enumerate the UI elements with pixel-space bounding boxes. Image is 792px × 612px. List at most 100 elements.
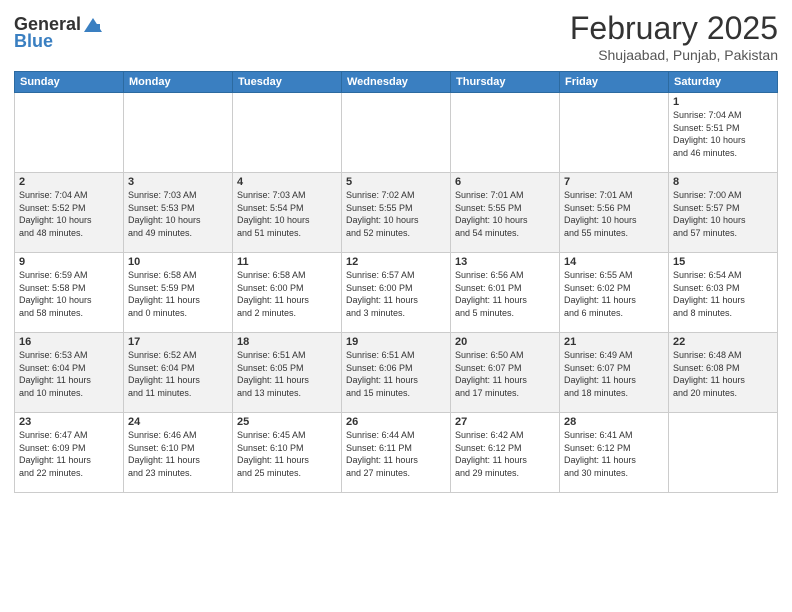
day-number: 2 xyxy=(19,176,119,188)
calendar-week-row: 9Sunrise: 6:59 AMSunset: 5:58 PMDaylight… xyxy=(15,253,778,333)
day-info: Sunrise: 6:54 AMSunset: 6:03 PMDaylight:… xyxy=(673,269,773,319)
day-number: 15 xyxy=(673,256,773,268)
calendar-cell: 22Sunrise: 6:48 AMSunset: 6:08 PMDayligh… xyxy=(669,333,778,413)
day-info: Sunrise: 6:46 AMSunset: 6:10 PMDaylight:… xyxy=(128,429,228,479)
calendar-cell: 20Sunrise: 6:50 AMSunset: 6:07 PMDayligh… xyxy=(451,333,560,413)
day-number: 18 xyxy=(237,336,337,348)
calendar-cell: 7Sunrise: 7:01 AMSunset: 5:56 PMDaylight… xyxy=(560,173,669,253)
calendar-cell: 26Sunrise: 6:44 AMSunset: 6:11 PMDayligh… xyxy=(342,413,451,493)
day-info: Sunrise: 7:04 AMSunset: 5:51 PMDaylight:… xyxy=(673,109,773,159)
day-number: 6 xyxy=(455,176,555,188)
day-number: 17 xyxy=(128,336,228,348)
weekday-header-tuesday: Tuesday xyxy=(233,72,342,93)
day-info: Sunrise: 6:55 AMSunset: 6:02 PMDaylight:… xyxy=(564,269,664,319)
calendar-cell: 24Sunrise: 6:46 AMSunset: 6:10 PMDayligh… xyxy=(124,413,233,493)
logo: General Blue xyxy=(14,14,104,52)
calendar-cell: 8Sunrise: 7:00 AMSunset: 5:57 PMDaylight… xyxy=(669,173,778,253)
page: General Blue February 2025 Shujaabad, Pu… xyxy=(0,0,792,612)
calendar-cell: 6Sunrise: 7:01 AMSunset: 5:55 PMDaylight… xyxy=(451,173,560,253)
day-number: 27 xyxy=(455,416,555,428)
calendar-cell xyxy=(124,93,233,173)
day-info: Sunrise: 6:58 AMSunset: 6:00 PMDaylight:… xyxy=(237,269,337,319)
day-info: Sunrise: 6:45 AMSunset: 6:10 PMDaylight:… xyxy=(237,429,337,479)
day-number: 1 xyxy=(673,96,773,108)
day-number: 23 xyxy=(19,416,119,428)
day-info: Sunrise: 6:48 AMSunset: 6:08 PMDaylight:… xyxy=(673,349,773,399)
calendar-cell: 15Sunrise: 6:54 AMSunset: 6:03 PMDayligh… xyxy=(669,253,778,333)
calendar-cell: 23Sunrise: 6:47 AMSunset: 6:09 PMDayligh… xyxy=(15,413,124,493)
calendar-cell: 18Sunrise: 6:51 AMSunset: 6:05 PMDayligh… xyxy=(233,333,342,413)
calendar-cell: 4Sunrise: 7:03 AMSunset: 5:54 PMDaylight… xyxy=(233,173,342,253)
day-number: 16 xyxy=(19,336,119,348)
weekday-header-saturday: Saturday xyxy=(669,72,778,93)
day-number: 20 xyxy=(455,336,555,348)
calendar-cell: 11Sunrise: 6:58 AMSunset: 6:00 PMDayligh… xyxy=(233,253,342,333)
day-info: Sunrise: 7:00 AMSunset: 5:57 PMDaylight:… xyxy=(673,189,773,239)
day-info: Sunrise: 6:49 AMSunset: 6:07 PMDaylight:… xyxy=(564,349,664,399)
calendar-cell xyxy=(233,93,342,173)
header: General Blue February 2025 Shujaabad, Pu… xyxy=(14,10,778,63)
calendar-week-row: 16Sunrise: 6:53 AMSunset: 6:04 PMDayligh… xyxy=(15,333,778,413)
day-info: Sunrise: 6:51 AMSunset: 6:05 PMDaylight:… xyxy=(237,349,337,399)
day-info: Sunrise: 7:01 AMSunset: 5:56 PMDaylight:… xyxy=(564,189,664,239)
title-block: February 2025 Shujaabad, Punjab, Pakista… xyxy=(570,10,778,63)
calendar-cell: 12Sunrise: 6:57 AMSunset: 6:00 PMDayligh… xyxy=(342,253,451,333)
day-number: 10 xyxy=(128,256,228,268)
weekday-header-wednesday: Wednesday xyxy=(342,72,451,93)
day-number: 26 xyxy=(346,416,446,428)
calendar-cell: 16Sunrise: 6:53 AMSunset: 6:04 PMDayligh… xyxy=(15,333,124,413)
calendar-cell: 3Sunrise: 7:03 AMSunset: 5:53 PMDaylight… xyxy=(124,173,233,253)
calendar-cell: 1Sunrise: 7:04 AMSunset: 5:51 PMDaylight… xyxy=(669,93,778,173)
location: Shujaabad, Punjab, Pakistan xyxy=(570,47,778,63)
calendar-cell xyxy=(669,413,778,493)
calendar-cell xyxy=(15,93,124,173)
day-info: Sunrise: 6:53 AMSunset: 6:04 PMDaylight:… xyxy=(19,349,119,399)
logo-icon xyxy=(82,16,104,34)
day-number: 14 xyxy=(564,256,664,268)
calendar-week-row: 2Sunrise: 7:04 AMSunset: 5:52 PMDaylight… xyxy=(15,173,778,253)
day-info: Sunrise: 6:51 AMSunset: 6:06 PMDaylight:… xyxy=(346,349,446,399)
day-info: Sunrise: 7:02 AMSunset: 5:55 PMDaylight:… xyxy=(346,189,446,239)
calendar-table: SundayMondayTuesdayWednesdayThursdayFrid… xyxy=(14,71,778,493)
day-info: Sunrise: 6:57 AMSunset: 6:00 PMDaylight:… xyxy=(346,269,446,319)
day-info: Sunrise: 6:52 AMSunset: 6:04 PMDaylight:… xyxy=(128,349,228,399)
day-info: Sunrise: 7:03 AMSunset: 5:54 PMDaylight:… xyxy=(237,189,337,239)
day-number: 22 xyxy=(673,336,773,348)
day-number: 24 xyxy=(128,416,228,428)
day-number: 13 xyxy=(455,256,555,268)
weekday-header-friday: Friday xyxy=(560,72,669,93)
day-info: Sunrise: 6:41 AMSunset: 6:12 PMDaylight:… xyxy=(564,429,664,479)
calendar-cell: 5Sunrise: 7:02 AMSunset: 5:55 PMDaylight… xyxy=(342,173,451,253)
day-number: 5 xyxy=(346,176,446,188)
calendar-cell xyxy=(342,93,451,173)
calendar-cell: 14Sunrise: 6:55 AMSunset: 6:02 PMDayligh… xyxy=(560,253,669,333)
calendar-cell: 10Sunrise: 6:58 AMSunset: 5:59 PMDayligh… xyxy=(124,253,233,333)
calendar-cell: 21Sunrise: 6:49 AMSunset: 6:07 PMDayligh… xyxy=(560,333,669,413)
day-number: 7 xyxy=(564,176,664,188)
day-number: 11 xyxy=(237,256,337,268)
weekday-header-thursday: Thursday xyxy=(451,72,560,93)
month-title: February 2025 xyxy=(570,10,778,47)
day-number: 19 xyxy=(346,336,446,348)
calendar-cell xyxy=(560,93,669,173)
day-info: Sunrise: 7:04 AMSunset: 5:52 PMDaylight:… xyxy=(19,189,119,239)
day-info: Sunrise: 6:59 AMSunset: 5:58 PMDaylight:… xyxy=(19,269,119,319)
day-number: 28 xyxy=(564,416,664,428)
weekday-header-sunday: Sunday xyxy=(15,72,124,93)
day-info: Sunrise: 6:56 AMSunset: 6:01 PMDaylight:… xyxy=(455,269,555,319)
day-info: Sunrise: 6:58 AMSunset: 5:59 PMDaylight:… xyxy=(128,269,228,319)
day-number: 25 xyxy=(237,416,337,428)
day-number: 8 xyxy=(673,176,773,188)
day-number: 12 xyxy=(346,256,446,268)
calendar-cell: 17Sunrise: 6:52 AMSunset: 6:04 PMDayligh… xyxy=(124,333,233,413)
day-info: Sunrise: 6:47 AMSunset: 6:09 PMDaylight:… xyxy=(19,429,119,479)
day-info: Sunrise: 6:42 AMSunset: 6:12 PMDaylight:… xyxy=(455,429,555,479)
weekday-header-monday: Monday xyxy=(124,72,233,93)
calendar-cell: 27Sunrise: 6:42 AMSunset: 6:12 PMDayligh… xyxy=(451,413,560,493)
calendar-cell: 2Sunrise: 7:04 AMSunset: 5:52 PMDaylight… xyxy=(15,173,124,253)
calendar-cell: 9Sunrise: 6:59 AMSunset: 5:58 PMDaylight… xyxy=(15,253,124,333)
day-info: Sunrise: 6:50 AMSunset: 6:07 PMDaylight:… xyxy=(455,349,555,399)
calendar-cell: 28Sunrise: 6:41 AMSunset: 6:12 PMDayligh… xyxy=(560,413,669,493)
day-info: Sunrise: 7:01 AMSunset: 5:55 PMDaylight:… xyxy=(455,189,555,239)
weekday-header-row: SundayMondayTuesdayWednesdayThursdayFrid… xyxy=(15,72,778,93)
